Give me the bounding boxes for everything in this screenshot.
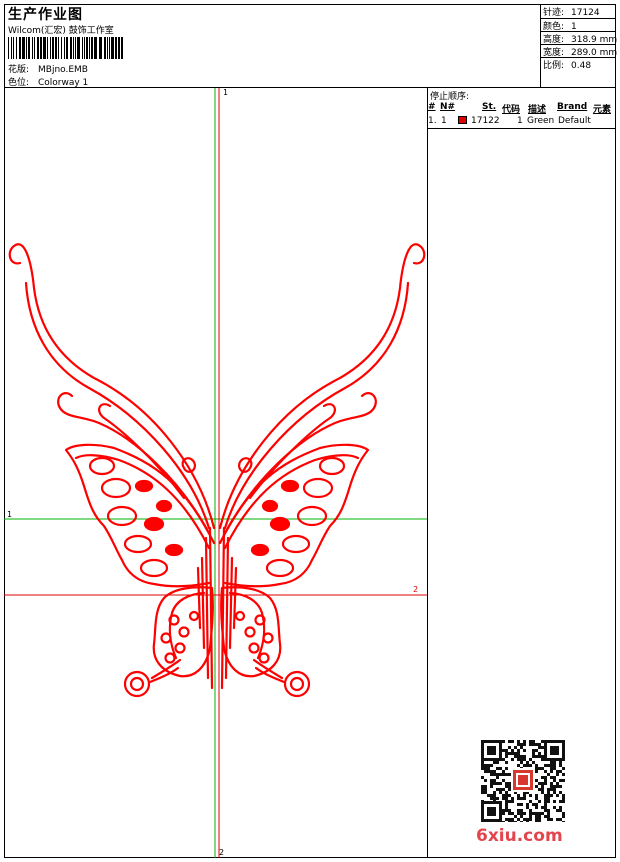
spec-scale: 比例: 0.48 [543,58,591,71]
software-subtitle: Wilcom(汇宏) 鼓饰工作室 [8,26,114,36]
axis-label-green-left: 1 [7,510,13,519]
spec-label: 比例: [543,61,565,71]
colorway-value: Colorway 1 [38,78,89,88]
design-file-value: MBjno.EMB [38,65,88,75]
col-header-element: 元素 [593,105,612,115]
row-description: Green [527,116,555,126]
colorway-line: 色位: Colorway 1 [8,75,88,88]
row-needle: 1 [441,116,447,126]
butterfly-half [8,243,216,698]
axis-label-red-bottom: 2 [219,848,225,857]
color-swatch [458,116,467,124]
col-header-description: 描述 [528,105,547,115]
spec-label: 针迹: [543,8,565,18]
spec-value: 0.48 [571,61,592,71]
header-info: 生产作业图 Wilcom(汇宏) 鼓饰工作室 花版: MBjno.EMB 色位: C… [4,4,541,88]
spec-panel: 针迹: 17124 颜色: 1 高度: 318.9 mm 宽度: 289.0 mm 比例… [541,4,617,88]
col-header-brand: Brand [557,102,588,112]
col-header-stitches: St. [482,102,497,112]
col-header-needle: N# [440,102,456,112]
design-file-label: 花版: [8,65,30,75]
design-file-line: 花版: MBjno.EMB [8,62,88,75]
spec-value: 17124 [571,8,600,18]
axis-label-green-top: 1 [223,88,229,97]
col-header-index: # [428,102,436,112]
colorway-label: 色位: [8,78,30,88]
watermark-logo: 6xiu.com [476,826,563,846]
design-preview: 1 1 2 2 [4,88,427,858]
row-brand: Default [558,116,591,126]
barcode-icon [8,37,123,59]
row-code: 1 [517,116,523,126]
sequence-title: 停止顺序: [430,92,470,102]
col-header-code: 代码 [502,105,521,115]
axis-label-red-right: 2 [413,585,419,594]
qr-code-icon [481,740,565,822]
divider [428,128,616,129]
row-index: 1. [428,116,437,126]
row-stitches: 17122 [471,116,500,126]
page-title: 生产作业图 [8,7,83,23]
butterfly-design [4,88,427,858]
spec-stitches: 针迹: 17124 [543,5,600,18]
